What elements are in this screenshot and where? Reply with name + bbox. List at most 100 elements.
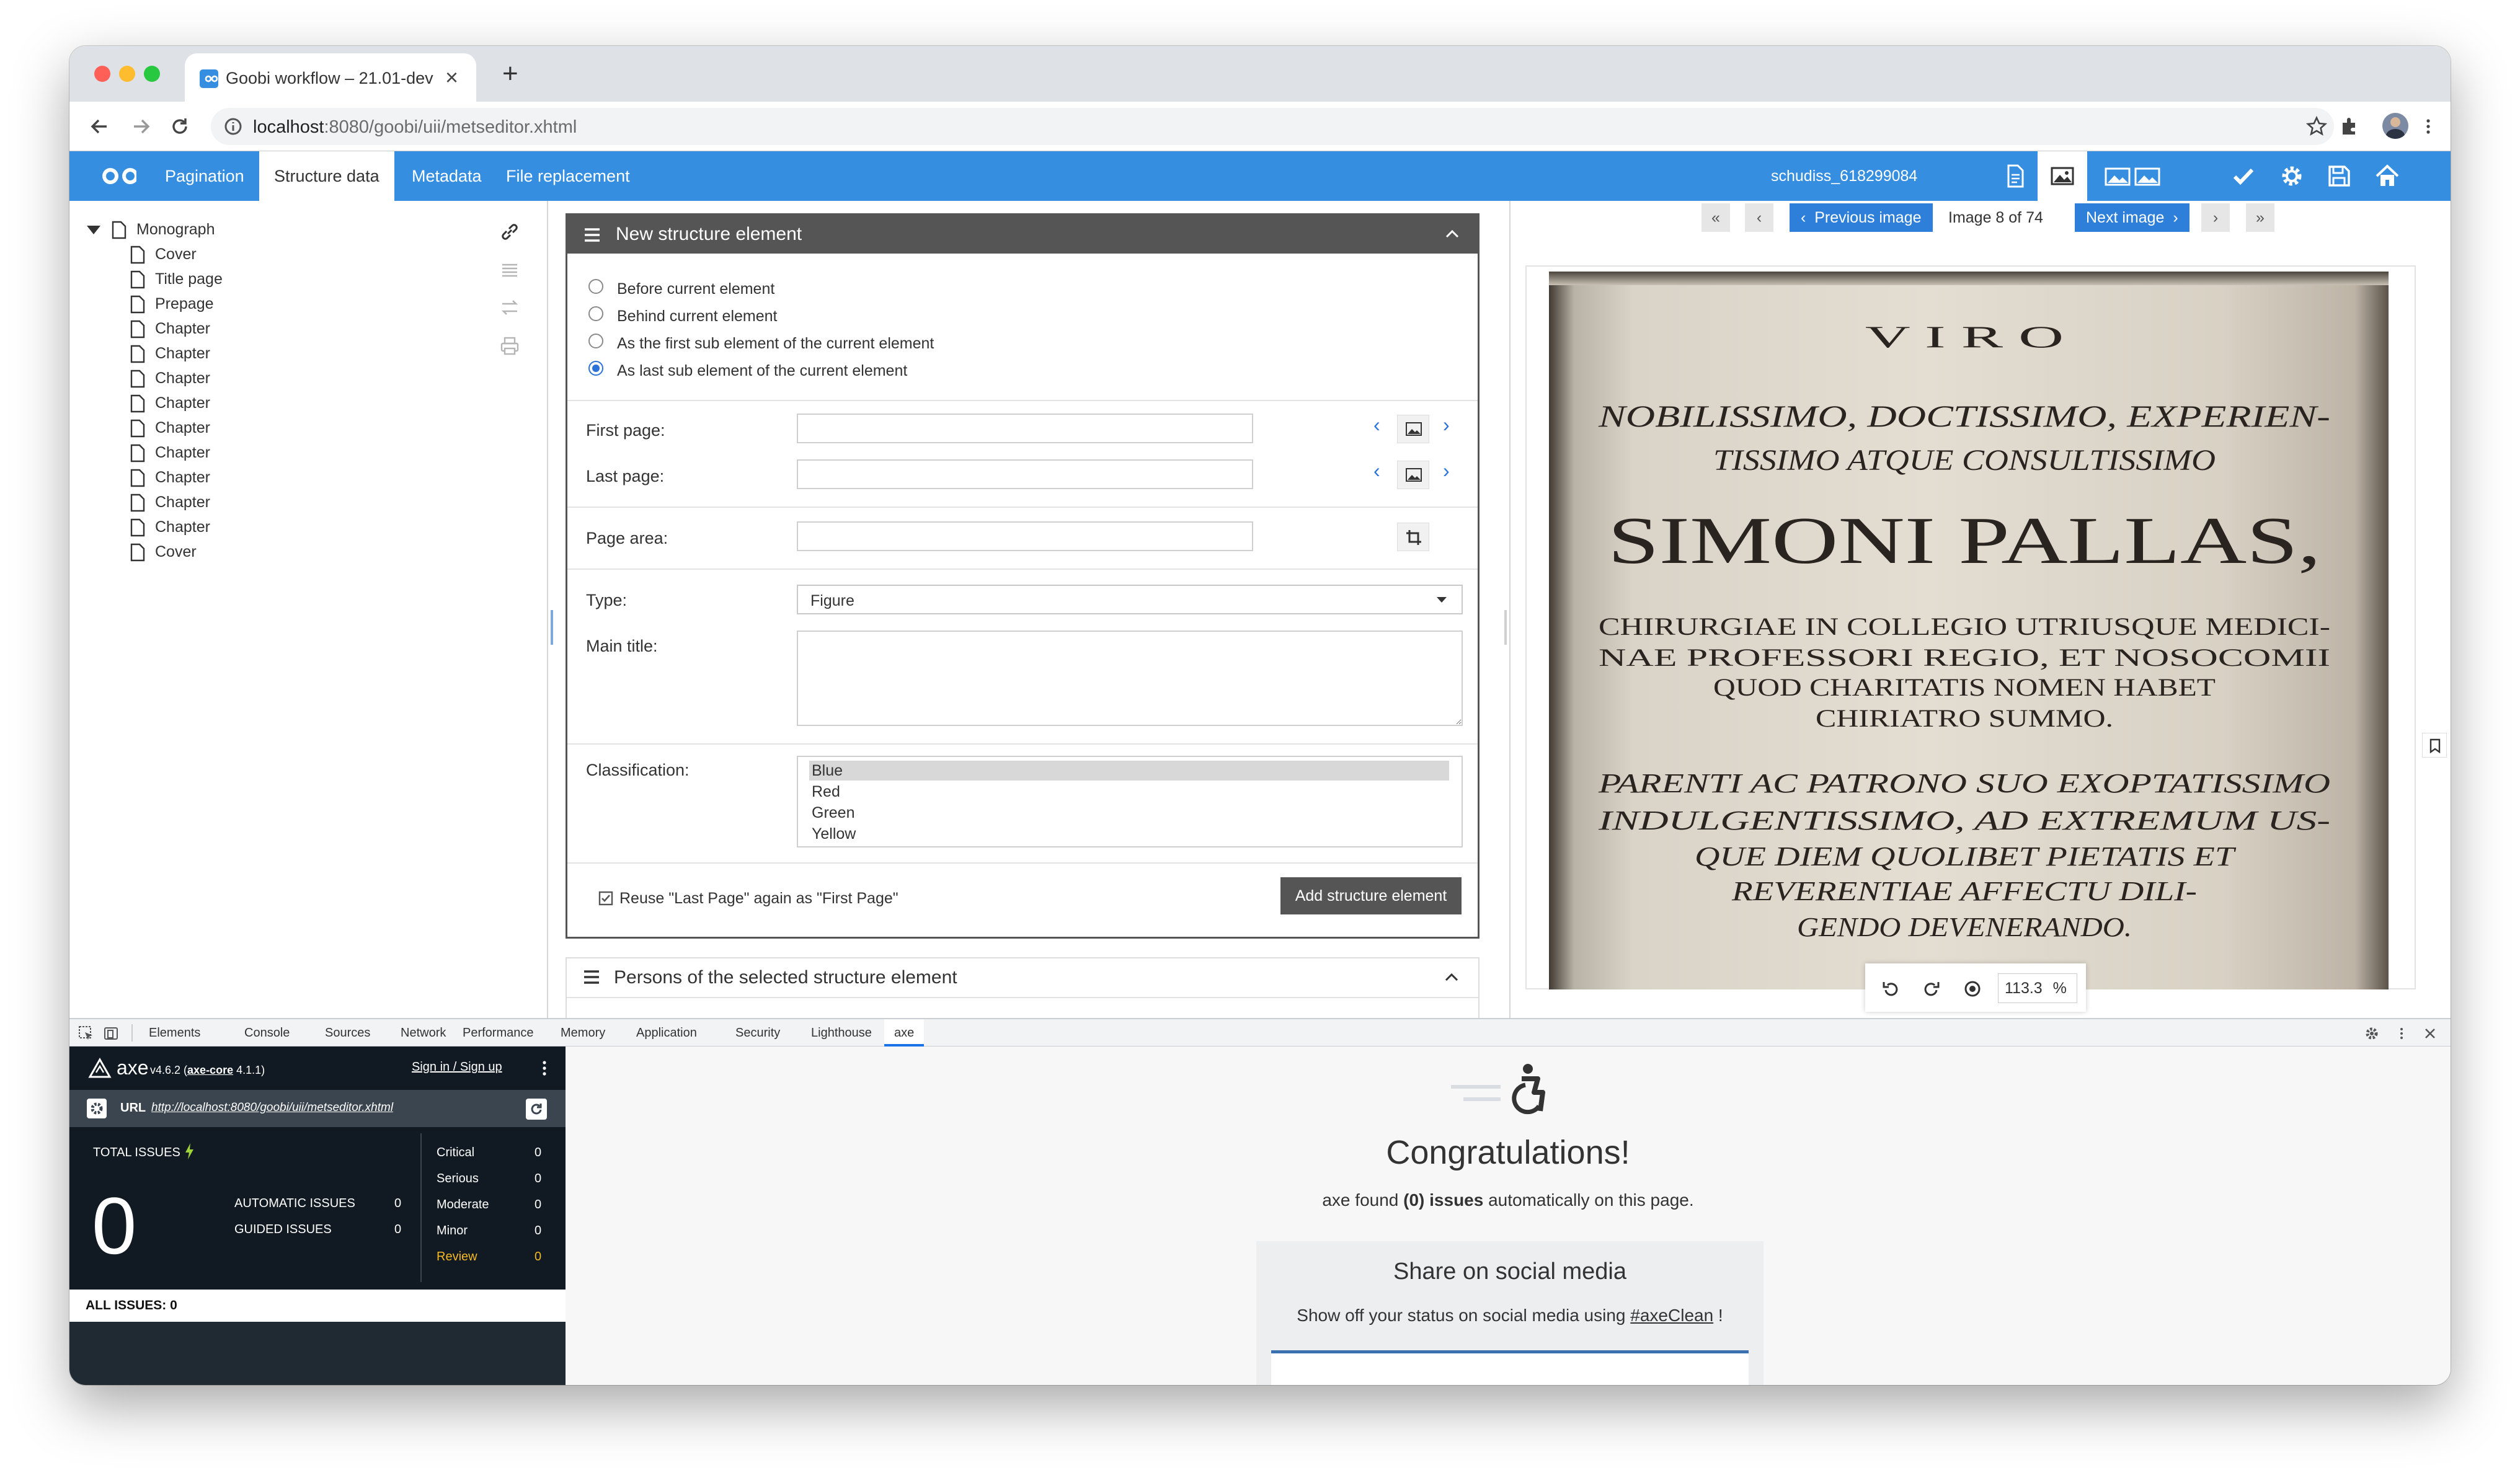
classification-listbox[interactable]: Blue Red Green Yellow (797, 756, 1463, 847)
devtools-tab-elements[interactable]: Elements (149, 1019, 200, 1047)
classification-option[interactable]: Green (809, 803, 1449, 823)
tree-item[interactable]: Chapter (130, 491, 210, 513)
last-page-input[interactable] (797, 459, 1253, 489)
social-card[interactable] (1271, 1350, 1749, 1385)
two-images-icon[interactable] (2103, 162, 2163, 190)
last-page-prev-icon[interactable]: ‹ (1373, 459, 1380, 482)
extensions-icon[interactable] (2338, 115, 2360, 138)
axeclean-link[interactable]: #axeClean (1630, 1306, 1713, 1325)
tree-item[interactable]: Prepage (130, 293, 214, 315)
serious-label[interactable]: Serious (437, 1172, 479, 1186)
next-image-button[interactable]: Next image › (2075, 203, 2189, 232)
axe-core-link[interactable]: axe-core (187, 1064, 233, 1076)
info-icon[interactable] (223, 117, 243, 136)
back-icon[interactable] (88, 115, 110, 138)
position-radio-before[interactable] (588, 279, 603, 294)
print-icon[interactable] (499, 335, 521, 357)
nav-structure-data[interactable]: Structure data (259, 151, 394, 201)
devtools-settings-icon[interactable] (2364, 1025, 2380, 1042)
last-page-next-icon[interactable]: › (1443, 459, 1450, 482)
device-toolbar-icon[interactable] (103, 1025, 119, 1042)
left-resizer-handle[interactable] (551, 610, 553, 645)
first-page-prev-icon[interactable]: ‹ (1373, 414, 1380, 436)
zoom-input[interactable]: 113.3 % (1998, 973, 2077, 1003)
minimize-window-button[interactable] (119, 66, 135, 82)
devtools-tab-performance[interactable]: Performance (463, 1019, 534, 1047)
url-bar[interactable]: localhost:8080/goobi/uii/metseditor.xhtm… (211, 108, 2334, 145)
add-structure-element-button[interactable]: Add structure element (1280, 877, 1462, 914)
nav-file-replacement[interactable]: File replacement (491, 151, 645, 201)
page-area-input[interactable] (797, 521, 1253, 551)
tree-item[interactable]: Cover (130, 243, 197, 265)
browser-tab[interactable]: Goobi workflow – 21.01-dev × (185, 53, 476, 102)
devtools-tab-lighthouse[interactable]: Lighthouse (811, 1019, 872, 1047)
type-select[interactable]: Figure (797, 585, 1463, 614)
last-page-image-button[interactable] (1397, 461, 1429, 489)
menu-dots-icon[interactable] (2417, 115, 2439, 138)
forward-icon[interactable] (130, 115, 153, 138)
inspect-element-icon[interactable] (78, 1025, 94, 1042)
right-resizer-handle[interactable] (1504, 610, 1507, 645)
bookmark-star-icon[interactable] (2305, 115, 2328, 138)
rescan-button[interactable] (526, 1099, 547, 1120)
position-radio-last-sub[interactable] (588, 361, 603, 376)
profile-avatar[interactable] (2382, 113, 2408, 139)
scanned-url[interactable]: http://localhost:8080/goobi/uii/metsedit… (151, 1101, 393, 1115)
close-window-button[interactable] (94, 66, 110, 82)
classification-option[interactable]: Blue (809, 761, 1449, 781)
moderate-label[interactable]: Moderate (437, 1198, 489, 1212)
save-icon[interactable] (2325, 162, 2353, 190)
page-scan-image[interactable]: V I R O NOBILISSIMO, DOCTISSIMO, EXPERIEN… (1549, 272, 2389, 989)
collapse-chevron-icon[interactable] (1444, 970, 1460, 986)
classification-option[interactable]: Yellow (809, 824, 1449, 844)
list-icon[interactable] (499, 259, 521, 281)
devtools-tab-sources[interactable]: Sources (325, 1019, 370, 1047)
nav-metadata[interactable]: Metadata (397, 151, 497, 201)
right-resizer[interactable] (1509, 201, 1511, 1018)
tree-item[interactable]: Chapter (130, 342, 210, 365)
home-icon[interactable] (2374, 162, 2401, 190)
page-area-crop-button[interactable] (1397, 523, 1429, 551)
tree-item[interactable]: Chapter (130, 367, 210, 389)
link-icon[interactable] (499, 221, 521, 243)
devtools-tab-axe[interactable]: axe (884, 1019, 925, 1047)
first-page-next-icon[interactable]: › (1443, 414, 1450, 436)
goobi-logo-icon[interactable] (92, 164, 136, 188)
devtools-tab-security[interactable]: Security (735, 1019, 780, 1047)
review-label[interactable]: Review (437, 1250, 477, 1264)
document-view-icon[interactable] (2002, 162, 2029, 190)
position-radio-first-sub[interactable] (588, 334, 603, 348)
devtools-tab-memory[interactable]: Memory (561, 1019, 605, 1047)
expand-caret-icon[interactable] (87, 226, 100, 235)
axe-menu-icon[interactable] (538, 1059, 551, 1078)
reuse-checkbox[interactable] (598, 891, 613, 906)
tree-item[interactable]: Title page (130, 268, 223, 290)
axe-settings-icon[interactable] (87, 1099, 107, 1118)
devtools-close-icon[interactable] (2422, 1025, 2438, 1042)
move-arrows-icon[interactable] (499, 296, 521, 319)
critical-label[interactable]: Critical (437, 1146, 474, 1160)
devtools-tab-console[interactable]: Console (244, 1019, 290, 1047)
tree-item[interactable]: Chapter (130, 516, 210, 538)
rotate-left-icon[interactable] (1881, 980, 1900, 998)
devtools-menu-icon[interactable] (2394, 1025, 2410, 1042)
previous-image-button[interactable]: ‹ Previous image (1790, 203, 1933, 232)
tree-root-monograph[interactable]: Monograph (87, 218, 215, 241)
reload-icon[interactable] (169, 115, 191, 138)
tab-close-icon[interactable]: × (445, 64, 458, 91)
collapse-chevron-icon[interactable] (1444, 226, 1460, 242)
position-radio-behind[interactable] (588, 306, 603, 321)
tree-item[interactable]: Chapter (130, 466, 210, 489)
tree-item[interactable]: Chapter (130, 317, 210, 340)
first-page-image-button[interactable] (1397, 415, 1429, 443)
tree-item[interactable]: Chapter (130, 441, 210, 464)
image-view-toggle[interactable] (2038, 151, 2087, 201)
validate-check-icon[interactable] (2230, 162, 2257, 190)
maximize-window-button[interactable] (144, 66, 160, 82)
first-image-button[interactable]: « (1701, 203, 1730, 232)
main-title-textarea[interactable] (797, 631, 1463, 726)
settings-gear-icon[interactable] (2278, 162, 2305, 190)
signin-link[interactable]: Sign in / Sign up (412, 1060, 502, 1074)
devtools-tab-network[interactable]: Network (401, 1019, 446, 1047)
nav-pagination[interactable]: Pagination (150, 151, 259, 201)
